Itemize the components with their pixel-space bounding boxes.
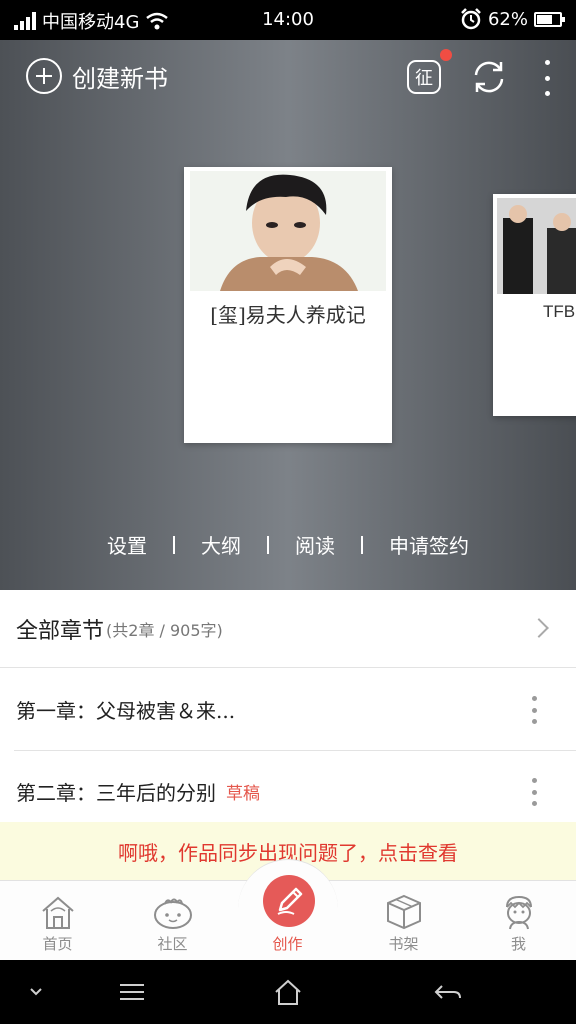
chevron-down-icon[interactable] (16, 976, 56, 1008)
settings-link[interactable]: 设置 (107, 530, 147, 559)
pen-icon[interactable] (263, 875, 315, 927)
book-cover-image (497, 198, 576, 294)
tab-label: 创作 (272, 935, 303, 953)
chapter-more-icon[interactable] (530, 778, 538, 806)
bookshelf-icon (386, 894, 421, 930)
all-chapters-label: 全部章节 (16, 618, 105, 644)
tab-community[interactable]: 社区 (115, 881, 230, 961)
home-nav-icon[interactable] (268, 976, 308, 1008)
book-cover-image (190, 171, 386, 291)
home-icon (41, 896, 74, 929)
chapter-more-icon[interactable] (530, 696, 538, 724)
alarm-icon (461, 8, 481, 30)
status-bar: 中国移动4G 14:00 62% (0, 0, 576, 40)
tab-profile[interactable]: 我 (461, 881, 576, 961)
chapter-row[interactable]: 第一章：父母被害＆来... (0, 668, 576, 750)
divider (173, 535, 175, 554)
notification-dot (440, 49, 452, 61)
book-actions: 设置 大纲 阅读 申请签约 (0, 530, 576, 559)
book-title: [玺]易夫人养成记 (210, 303, 366, 327)
tab-label: 我 (510, 935, 526, 953)
tab-home[interactable]: 首页 (0, 881, 115, 961)
plus-icon (26, 58, 62, 94)
bottom-tab-bar: 首页 社区 创作 书架 我 (0, 859, 576, 961)
menu-icon[interactable] (112, 976, 152, 1008)
tab-label: 首页 (42, 935, 73, 953)
sync-icon[interactable] (470, 58, 508, 96)
profile-icon (505, 895, 532, 930)
top-bar: 创建新书 征 (0, 40, 576, 112)
draft-badge: 草稿 (226, 783, 260, 804)
tab-label: 书架 (388, 935, 419, 953)
create-book-label: 创建新书 (72, 64, 168, 93)
battery-percent: 62% (487, 8, 528, 30)
chevron-right-icon (529, 618, 549, 638)
community-icon (153, 898, 192, 929)
create-book-button[interactable]: 创建新书 (26, 58, 168, 94)
book-card[interactable]: [玺]易夫人养成记 (184, 167, 392, 443)
more-options-icon[interactable] (535, 60, 559, 96)
tab-label: 社区 (157, 935, 188, 953)
book-title: TFB (543, 302, 576, 321)
chapter-title: 第一章：父母被害＆来... (16, 698, 236, 723)
battery-icon (534, 11, 565, 27)
system-nav-bar (0, 960, 576, 1024)
all-chapters-row[interactable]: 全部章节 (共2章 / 905字) (0, 590, 576, 668)
back-icon[interactable] (428, 976, 468, 1008)
divider (267, 535, 269, 554)
chapter-title: 第二章：三年后的分别 (16, 780, 216, 805)
status-right: 62% (460, 8, 565, 30)
outline-link[interactable]: 大纲 (201, 530, 241, 559)
book-card[interactable]: TFB (493, 194, 576, 416)
chapter-list: 全部章节 (共2章 / 905字) 第一章：父母被害＆来... 第二章：三年后的… (0, 590, 576, 832)
tab-bookshelf[interactable]: 书架 (346, 881, 461, 961)
book-carousel-area: 创建新书 征 [玺]易夫人养成记 TFB 设置 大纲 阅读 申请签约 (0, 40, 576, 590)
apply-contract-link[interactable]: 申请签约 (389, 530, 469, 559)
read-link[interactable]: 阅读 (295, 530, 335, 559)
contest-button[interactable]: 征 (407, 60, 441, 94)
chapter-row[interactable]: 第二章：三年后的分别 草稿 (0, 750, 576, 832)
divider (361, 535, 363, 554)
chapter-summary: (共2章 / 905字) (106, 620, 223, 640)
